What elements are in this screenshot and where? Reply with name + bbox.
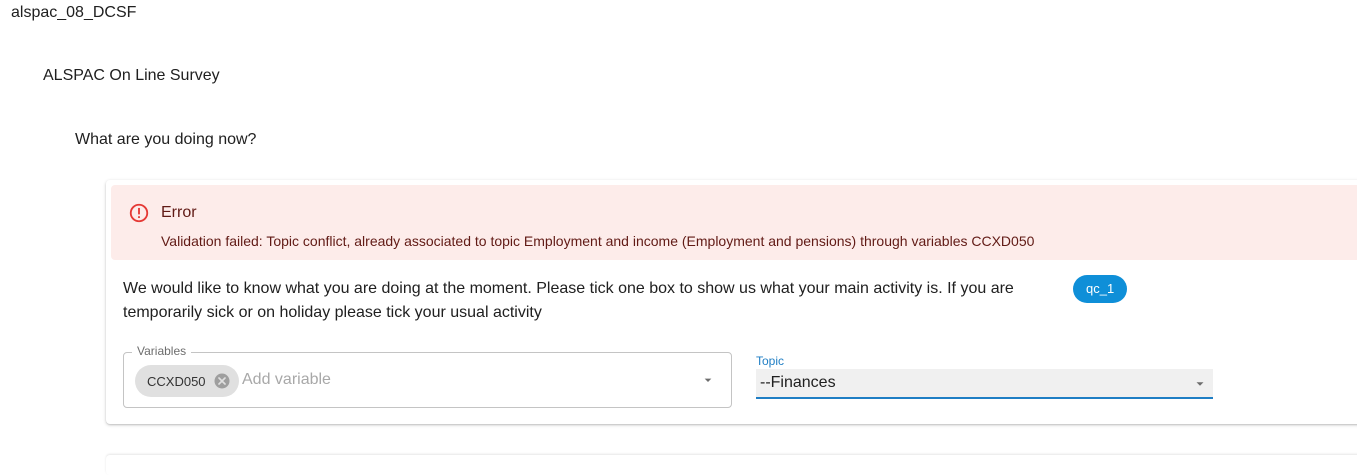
breadcrumb-survey[interactable]: ALSPAC On Line Survey — [43, 67, 220, 85]
topic-label: Topic — [756, 354, 785, 368]
question-literal: We would like to know what you are doing… — [123, 280, 1014, 321]
alert-message: Validation failed: Topic conflict, alrea… — [161, 233, 1035, 249]
breadcrumb-section[interactable]: What are you doing now? — [75, 131, 256, 149]
chevron-down-icon — [1196, 382, 1204, 386]
question-card: Error Validation failed: Topic conflict,… — [106, 180, 1357, 424]
topic-select[interactable]: --Finances — [756, 369, 1213, 399]
variable-chip-label: CCXD050 — [147, 373, 206, 389]
breadcrumb-study[interactable]: alspac_08_DCSF — [11, 4, 136, 22]
error-alert: Error Validation failed: Topic conflict,… — [111, 185, 1357, 260]
next-question-card — [106, 455, 1357, 475]
add-variable-input[interactable] — [242, 368, 672, 392]
error-outline-icon — [129, 203, 149, 223]
variables-field[interactable]: Variables CCXD050 — [123, 344, 732, 408]
variables-label: Variables — [132, 344, 192, 358]
chip-delete-icon[interactable] — [213, 372, 231, 390]
topic-value: --Finances — [760, 374, 836, 391]
chevron-down-icon[interactable] — [700, 372, 716, 388]
question-construct-chip[interactable]: qc_1 — [1073, 275, 1128, 303]
variable-chip[interactable]: CCXD050 — [135, 365, 239, 397]
alert-title: Error — [161, 204, 197, 221]
